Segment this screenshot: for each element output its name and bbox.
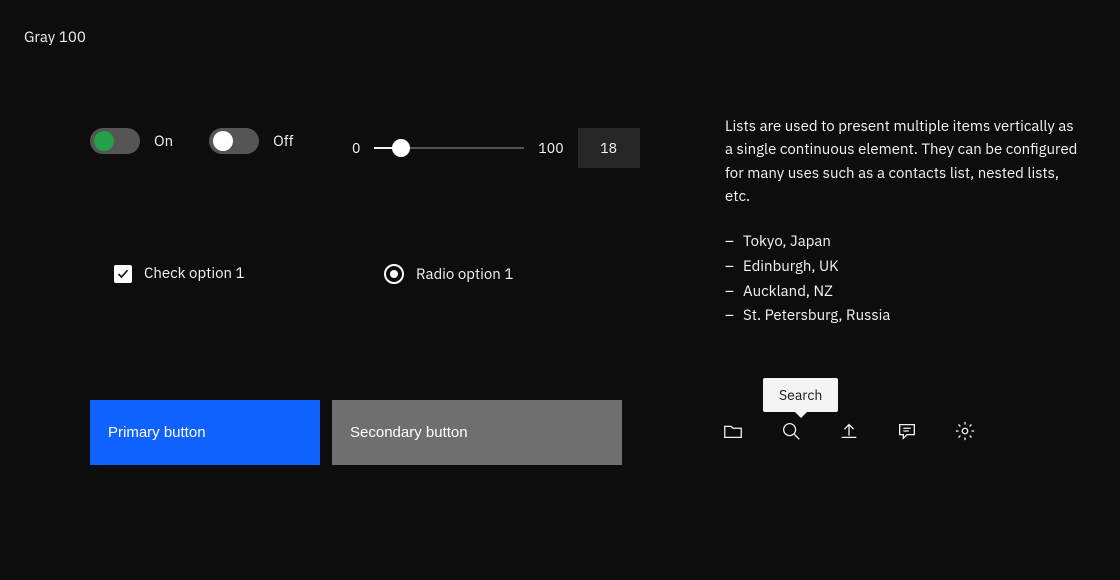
chat-icon[interactable] [896, 420, 918, 442]
list-item: Auckland, NZ [725, 280, 1085, 305]
slider-value-input[interactable]: 18 [578, 128, 640, 168]
folder-icon[interactable] [722, 420, 744, 442]
list-item: Tokyo, Japan [725, 230, 1085, 255]
upload-icon[interactable] [838, 420, 860, 442]
radio-dot [390, 270, 398, 278]
toggle-off[interactable] [209, 128, 259, 154]
toggle-on[interactable] [90, 128, 140, 154]
slider-min-label: 0 [352, 139, 360, 157]
slider-handle[interactable] [392, 139, 410, 157]
radio-1[interactable] [384, 264, 404, 284]
search-tooltip: Search [763, 378, 838, 412]
list-item: Edinburgh, UK [725, 255, 1085, 280]
toggle-knob [94, 131, 114, 151]
list-item: St. Petersburg, Russia [725, 304, 1085, 329]
toggle-off-label: Off [273, 132, 293, 151]
search-icon[interactable] [780, 420, 802, 442]
settings-icon[interactable] [954, 420, 976, 442]
radio-1-label: Radio option 1 [416, 265, 513, 284]
check-icon [117, 268, 129, 280]
city-list: Tokyo, JapanEdinburgh, UKAuckland, NZSt.… [725, 230, 1085, 329]
toggle-on-label: On [154, 132, 173, 151]
slider-max-label: 100 [538, 139, 563, 157]
list-description: Lists are used to present multiple items… [725, 115, 1085, 208]
page-title: Gray 100 [24, 28, 86, 47]
slider-track[interactable] [374, 147, 524, 149]
checkbox-1-label: Check option 1 [144, 264, 245, 283]
primary-button[interactable]: Primary button [90, 400, 320, 465]
secondary-button[interactable]: Secondary button [332, 400, 622, 465]
toggle-knob [213, 131, 233, 151]
checkbox-1[interactable] [114, 265, 132, 283]
